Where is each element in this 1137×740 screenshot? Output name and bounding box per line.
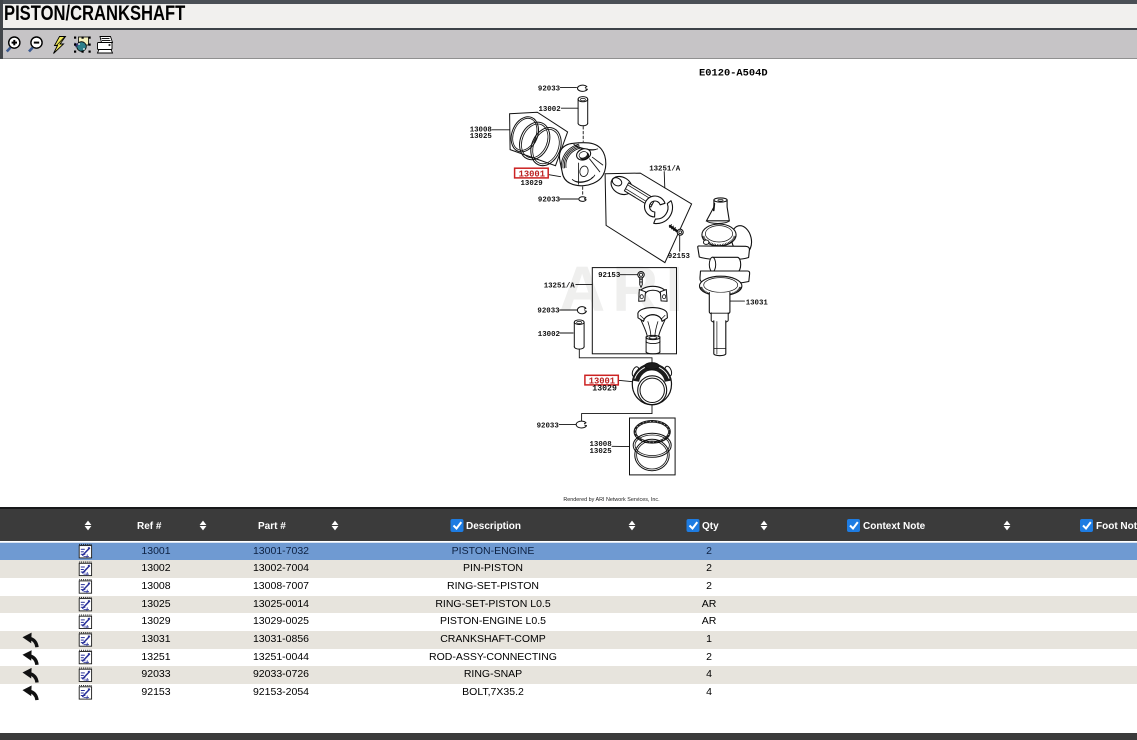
- svg-text:E0120-A504D: E0120-A504D: [699, 68, 768, 80]
- svg-text:13002: 13002: [539, 106, 561, 114]
- svg-text:13002: 13002: [538, 331, 560, 339]
- svg-text:13001: 13001: [519, 170, 545, 180]
- svg-text:Rendered by ARI Network Servic: Rendered by ARI Network Services, Inc.: [563, 497, 659, 503]
- svg-text:92153: 92153: [598, 272, 621, 280]
- svg-text:13029: 13029: [521, 180, 543, 188]
- svg-text:92033: 92033: [538, 86, 561, 94]
- svg-text:13001: 13001: [589, 377, 615, 387]
- svg-text:ARI: ARI: [559, 253, 690, 325]
- svg-text:92033: 92033: [537, 422, 560, 430]
- svg-text:13025: 13025: [470, 133, 493, 141]
- svg-text:13251/A: 13251/A: [544, 283, 576, 291]
- svg-text:13025: 13025: [590, 448, 613, 456]
- svg-text:13251/A: 13251/A: [649, 165, 681, 173]
- svg-text:92033: 92033: [537, 308, 560, 316]
- svg-text:92033: 92033: [538, 197, 561, 205]
- svg-text:13031: 13031: [746, 300, 769, 308]
- svg-text:92153: 92153: [668, 253, 691, 261]
